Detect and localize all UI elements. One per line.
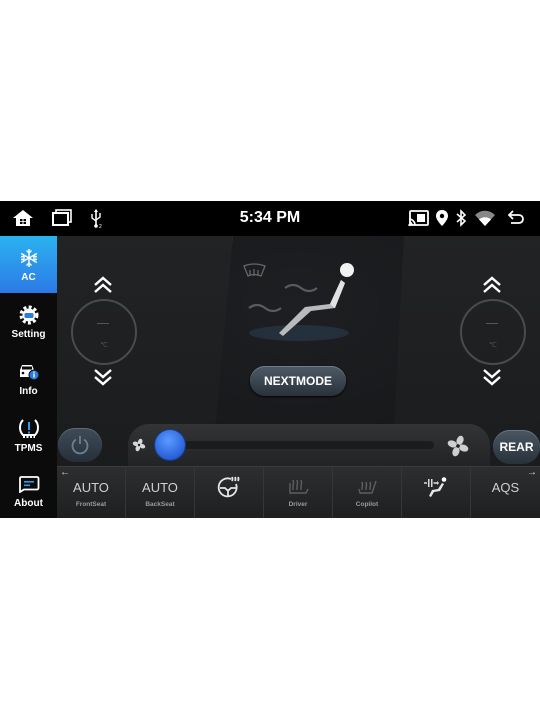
- gear-car-icon: [18, 304, 40, 326]
- left-temp-display: ℃: [71, 299, 137, 365]
- front-seat-auto-label: AUTO: [73, 479, 109, 495]
- sidebar-item-info[interactable]: Info: [0, 350, 57, 407]
- snowflake-icon: [19, 247, 39, 269]
- wifi-icon: [474, 209, 496, 227]
- tire-pressure-icon: [17, 418, 41, 440]
- function-bar: ← → AUTO FrontSeat AUTO BackSeat Driver: [57, 466, 540, 518]
- fan-low-icon: [132, 438, 146, 452]
- seat-heat-icon: [286, 477, 310, 497]
- copilot-seat-heat-button[interactable]: Copilot: [333, 467, 402, 518]
- sidebar-item-label: About: [14, 498, 43, 509]
- bluetooth-icon: [455, 209, 467, 227]
- sidebar-item-about[interactable]: About: [0, 464, 57, 518]
- seat-base-shadow: [249, 325, 349, 341]
- status-bar: 2 5:34 PM: [0, 201, 540, 236]
- right-temp-display: ℃: [460, 299, 526, 365]
- back-seat-sublabel: BackSeat: [145, 501, 175, 508]
- power-icon: [71, 436, 89, 455]
- about-icon: [18, 473, 40, 495]
- back-seat-auto-button[interactable]: AUTO BackSeat: [126, 467, 195, 518]
- right-temp-unit: ℃: [489, 342, 497, 349]
- steering-wheel-heat-icon: [217, 476, 241, 498]
- back-seat-auto-label: AUTO: [142, 479, 178, 495]
- cast-icon[interactable]: [408, 209, 430, 227]
- seat-ventilation-icon: [423, 477, 449, 497]
- right-temp-down-icon[interactable]: [482, 368, 502, 386]
- left-temp-value: [97, 323, 109, 324]
- seat-icon: [279, 263, 354, 336]
- airflow-wave-lower: [248, 303, 282, 313]
- rear-button[interactable]: REAR: [493, 430, 540, 464]
- copilot-sublabel: Copilot: [355, 501, 379, 508]
- location-icon: [435, 209, 449, 227]
- seat-heat-icon: [355, 477, 379, 497]
- sidebar-item-label: Setting: [11, 328, 46, 340]
- left-temp-unit: ℃: [100, 342, 108, 349]
- seat-ventilation-button[interactable]: [402, 467, 471, 518]
- sidebar: AC Setting Info TPMS About: [0, 236, 57, 518]
- defrost-icon: [243, 263, 266, 277]
- nextmode-button[interactable]: NEXTMODE: [250, 366, 346, 396]
- steering-wheel-heat-button[interactable]: [195, 467, 264, 518]
- front-seat-sublabel: FrontSeat: [75, 501, 107, 508]
- driver-seat-heat-button[interactable]: Driver: [264, 467, 333, 518]
- right-temp-up-icon[interactable]: [482, 276, 502, 294]
- back-icon[interactable]: [507, 209, 525, 225]
- left-temp-down-icon[interactable]: [93, 368, 113, 386]
- sidebar-item-label: Info: [19, 385, 38, 397]
- driver-sublabel: Driver: [288, 501, 308, 508]
- airflow-mode-illustration[interactable]: [237, 256, 367, 356]
- aqs-button[interactable]: AQS: [471, 467, 540, 518]
- head-unit-screen: 2 5:34 PM AC Setting Info TPMS About ℃ ℃…: [0, 201, 540, 518]
- sidebar-item-ac[interactable]: AC: [0, 236, 57, 293]
- right-temp-value: [486, 323, 498, 324]
- airflow-wave-upper: [284, 283, 318, 293]
- front-seat-auto-button[interactable]: AUTO FrontSeat: [57, 467, 126, 518]
- car-info-icon: [17, 361, 41, 383]
- aqs-label: AQS: [491, 479, 520, 495]
- fan-speed-slider[interactable]: [182, 441, 434, 449]
- sidebar-item-label: AC: [21, 271, 36, 283]
- sidebar-item-label: TPMS: [14, 442, 43, 454]
- fan-speed-knob[interactable]: [155, 430, 185, 460]
- left-temp-up-icon[interactable]: [93, 276, 113, 294]
- fan-high-icon: [447, 435, 469, 457]
- sidebar-item-setting[interactable]: Setting: [0, 293, 57, 350]
- sidebar-item-tpms[interactable]: TPMS: [0, 407, 57, 464]
- power-button[interactable]: [58, 428, 102, 462]
